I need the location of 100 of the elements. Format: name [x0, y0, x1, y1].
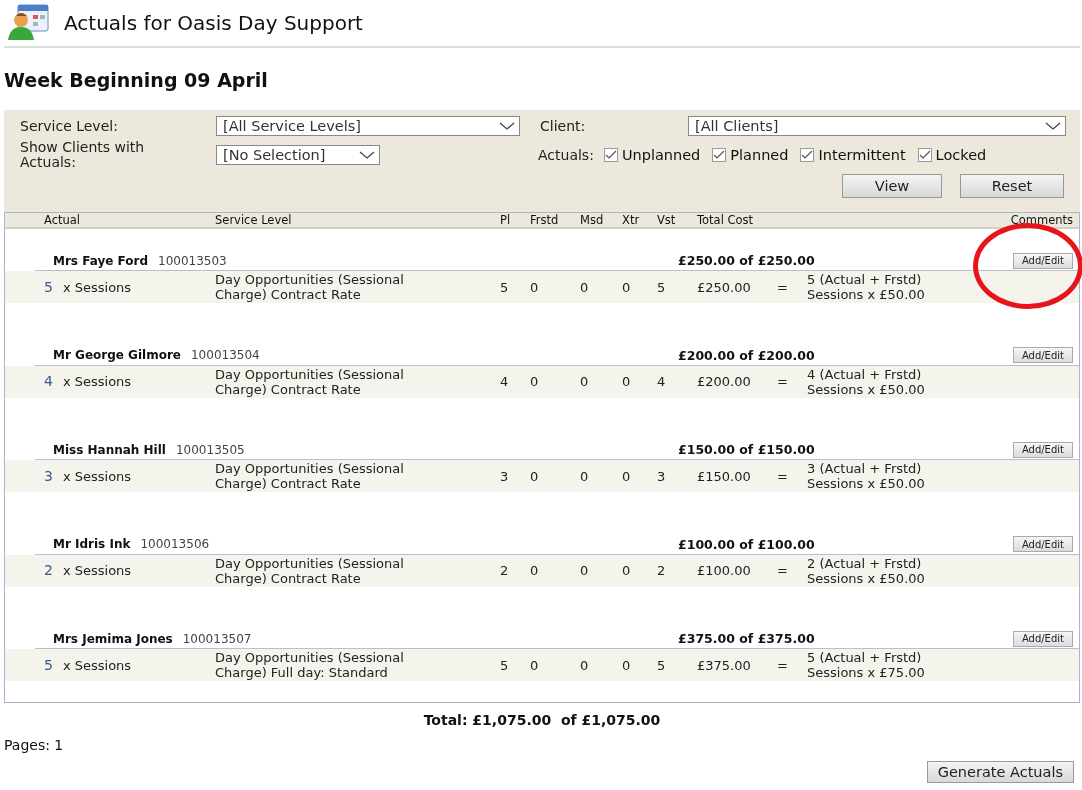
quantity-text: 4 — [44, 374, 53, 390]
add-edit-button[interactable]: Add/Edit — [1012, 441, 1073, 458]
client-total: £375.00 of £375.00 — [678, 631, 816, 647]
column-header: Actual — [44, 213, 82, 227]
client-id: 100013503 — [158, 253, 227, 268]
column-header: Frstd — [530, 213, 560, 227]
quantity-text: 2 — [44, 563, 53, 579]
client-total: £150.00 of £150.00 — [678, 442, 816, 458]
quantity-text: 5 — [44, 279, 53, 295]
dropdown-caret-icon — [499, 121, 515, 131]
table-cell-text: 0 — [530, 374, 540, 390]
table-cell-text: = — [777, 657, 789, 673]
table-cell-text: 3 — [500, 468, 510, 484]
table-cell-text: 0 — [530, 279, 540, 295]
dropdown-caret-icon — [1045, 121, 1061, 131]
client-name: Mr Idris Ink — [53, 537, 131, 552]
table-cell-text: 4 — [657, 374, 667, 390]
checkbox-label: Planned — [730, 147, 789, 163]
checkbox[interactable] — [917, 148, 932, 162]
table-cell-text: 0 — [530, 563, 540, 579]
add-edit-button[interactable]: Add/Edit — [1012, 536, 1073, 553]
table-cell-text: 3 (Actual + Frstd) Sessions x £50.00 — [807, 461, 926, 492]
add-edit-button[interactable]: Add/Edit — [1012, 252, 1073, 269]
filter-label: Service Level: — [20, 118, 119, 134]
dropdown-caret-icon — [359, 150, 375, 160]
client-total: £200.00 of £200.00 — [678, 347, 816, 363]
table-cell-text: 0 — [580, 657, 590, 673]
table-cell-text: 5 — [657, 657, 667, 673]
client-name: Mrs Jemima Jones — [53, 631, 173, 646]
client-dropdown[interactable]: [All Clients] — [688, 116, 1066, 136]
client-name: Miss Hannah Hill — [53, 442, 166, 457]
client-id: 100013504 — [191, 348, 260, 363]
filter-button[interactable]: Reset — [960, 174, 1064, 198]
table-cell-text: 5 — [657, 279, 667, 295]
pages-text: Pages: 1 — [4, 736, 65, 755]
client-total: £250.00 of £250.00 — [678, 253, 816, 268]
table-cell-text: 0 — [580, 374, 590, 390]
filter-label: Actuals: — [538, 147, 594, 163]
grand-total: Total: £1,075.00 of £1,075.00 — [423, 712, 661, 728]
week-heading: Week Beginning 09 April — [4, 68, 269, 93]
table-cell-text: 5 — [500, 657, 510, 673]
table-cell-text: 4 (Actual + Frstd) Sessions x £50.00 — [807, 366, 926, 397]
table-cell-text: 2 (Actual + Frstd) Sessions x £50.00 — [807, 555, 926, 586]
table-cell-text: 0 — [622, 468, 632, 484]
checkbox[interactable] — [712, 148, 727, 162]
unit-text: x Sessions — [62, 657, 132, 673]
table-cell-text: Day Opportunities (Sessional Charge) Contract Rate — [215, 366, 405, 397]
client-id: 100013505 — [175, 442, 245, 457]
filter-label: Show Clients with Actuals: — [20, 140, 146, 170]
table-cell-text: 5 — [500, 279, 510, 295]
column-header: Pl — [500, 213, 512, 227]
table-cell-text: 0 — [622, 279, 632, 295]
table-cell-text: Day Opportunities (Sessional Charge) Contract Rate — [215, 555, 405, 586]
column-header: Vst — [657, 213, 677, 227]
column-header: Msd — [580, 213, 605, 227]
table-cell-text: Day Opportunities (Sessional Charge) Contract Rate — [215, 272, 405, 302]
table-cell-text: 0 — [530, 657, 540, 673]
client-id: 100013506 — [140, 537, 210, 552]
show-clients-dropdown[interactable]: [No Selection] — [216, 145, 380, 165]
table-cell-text: 4 — [500, 374, 510, 390]
quantity-text: 3 — [44, 468, 53, 484]
generate-actuals-button[interactable]: Generate Actuals — [926, 761, 1074, 783]
table-cell-text: = — [777, 374, 789, 390]
add-edit-button[interactable]: Add/Edit — [1012, 347, 1073, 364]
table-cell-text: £150.00 — [697, 468, 752, 484]
checkbox[interactable] — [800, 148, 815, 162]
table-cell-text: = — [777, 563, 789, 579]
table-cell-text: 5 (Actual + Frstd) Sessions x £75.00 — [807, 650, 926, 681]
filter-button[interactable]: View — [842, 174, 942, 198]
unit-text: x Sessions — [62, 468, 132, 484]
unit-text: x Sessions — [62, 563, 132, 579]
column-header: Total Cost — [697, 213, 755, 227]
table-cell-text: 2 — [500, 563, 510, 579]
client-id: 100013507 — [182, 631, 252, 646]
table-cell-text: £375.00 — [697, 657, 752, 673]
table-cell-text: Day Opportunities (Sessional Charge) Full day: Standard — [215, 650, 405, 681]
table-cell-text: £250.00 — [697, 279, 752, 295]
add-edit-button[interactable]: Add/Edit — [1012, 630, 1073, 647]
table-cell-text: 0 — [530, 468, 540, 484]
checkbox-label: Intermittent — [818, 147, 906, 163]
table-cell-text: 3 — [657, 468, 667, 484]
column-header: Comments — [1010, 213, 1074, 227]
column-header: Xtr — [622, 213, 641, 227]
unit-text: x Sessions — [62, 374, 132, 390]
service-level-dropdown[interactable]: [All Service Levels] — [216, 116, 520, 136]
table-cell-text: 0 — [622, 563, 632, 579]
client-total: £100.00 of £100.00 — [678, 536, 816, 552]
checkbox-label: Locked — [935, 147, 987, 163]
table-cell-text: = — [777, 279, 789, 295]
table-cell-text: 0 — [580, 563, 590, 579]
client-name: Mr George Gilmore — [53, 348, 181, 363]
checkbox[interactable] — [603, 148, 618, 162]
table-cell-text: 5 (Actual + Frstd) Sessions x £50.00 — [807, 272, 926, 302]
table-cell-text: 0 — [622, 657, 632, 673]
table-cell-text: 2 — [657, 563, 667, 579]
table-cell-text: = — [777, 468, 789, 484]
quantity-text: 5 — [44, 657, 53, 673]
client-name: Mrs Faye Ford — [53, 253, 148, 268]
table-cell-text: Day Opportunities (Sessional Charge) Contract Rate — [215, 461, 405, 492]
table-cell-text: 0 — [622, 374, 632, 390]
